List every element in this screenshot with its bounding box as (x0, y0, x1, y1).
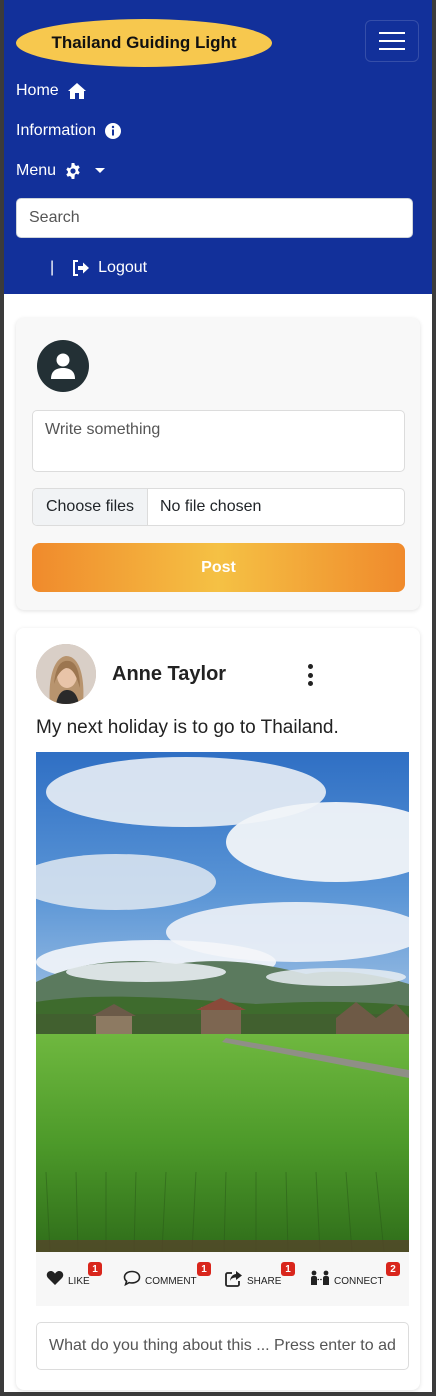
info-circle-icon (105, 123, 122, 139)
kebab-dot (307, 681, 313, 686)
nav-menu-label: Menu (16, 162, 57, 179)
kebab-dot (307, 672, 313, 678)
share-count-badge: 1 (281, 1262, 295, 1276)
nav-menu-dropdown[interactable]: Menu (16, 159, 106, 183)
logout-link[interactable]: Logout (72, 259, 147, 277)
comment-count-badge: 1 (197, 1262, 211, 1276)
kebab-dot (307, 664, 313, 669)
post-actions-bar: Like 1 Comment 1 Share 1 (36, 1252, 409, 1306)
hamburger-line (379, 48, 405, 50)
more-options-icon[interactable] (304, 664, 316, 686)
brand-logo[interactable]: Thailand Guiding Light (16, 19, 272, 67)
rice-field-landscape-image (36, 752, 409, 1252)
post-image[interactable] (36, 752, 409, 1252)
connect-count-badge: 2 (386, 1262, 400, 1276)
nav-information-link[interactable]: Information (16, 119, 122, 143)
like-label: Like (68, 1275, 90, 1287)
app-window: Thailand Guiding Light Home Information … (0, 0, 436, 1396)
connect-button[interactable]: Connect 2 (310, 1262, 400, 1288)
author-photo (36, 644, 96, 704)
logout-label: Logout (98, 259, 148, 276)
post-text: My next holiday is to go to Thailand. (36, 717, 339, 738)
caret-down-icon (95, 168, 106, 173)
connect-label: Connect (334, 1275, 384, 1287)
logout-row: | Logout (50, 256, 147, 280)
hamburger-line (379, 32, 405, 34)
hamburger-menu-button[interactable] (365, 20, 419, 62)
share-icon (225, 1270, 242, 1287)
comment-input[interactable] (36, 1322, 409, 1370)
like-button[interactable]: Like 1 (46, 1262, 102, 1288)
file-status-text: No file chosen (160, 498, 262, 515)
hamburger-line (379, 40, 405, 42)
connect-people-icon (311, 1270, 329, 1285)
home-icon (67, 83, 86, 99)
logout-icon (73, 260, 90, 276)
write-something-textarea[interactable] (32, 410, 405, 472)
search-input[interactable] (16, 198, 413, 238)
comment-label: Comment (145, 1275, 197, 1287)
post-button[interactable]: Post (32, 543, 405, 592)
nav-separator: | (50, 259, 55, 276)
nav-home-link[interactable]: Home (16, 79, 87, 103)
user-avatar (37, 340, 89, 392)
feed-post: Anne Taylor My next holiday is to go to … (16, 628, 420, 1390)
choose-files-button[interactable]: Choose files (33, 489, 148, 525)
author-avatar[interactable] (36, 644, 96, 704)
file-upload-input[interactable]: Choose files No file chosen (32, 488, 405, 526)
heart-icon (46, 1271, 64, 1285)
post-composer: Choose files No file chosen Post (16, 318, 420, 610)
nav-information-label: Information (16, 122, 97, 139)
gear-icon (66, 163, 80, 179)
speech-bubble-icon (123, 1270, 141, 1286)
nav-home-label: Home (16, 82, 59, 99)
comment-button[interactable]: Comment 1 (123, 1262, 211, 1288)
share-button[interactable]: Share 1 (225, 1262, 295, 1288)
like-count-badge: 1 (88, 1262, 102, 1276)
share-label: Share (247, 1275, 282, 1287)
navbar: Thailand Guiding Light Home Information … (4, 0, 432, 294)
user-icon (51, 353, 75, 379)
author-name[interactable]: Anne Taylor (112, 663, 226, 686)
